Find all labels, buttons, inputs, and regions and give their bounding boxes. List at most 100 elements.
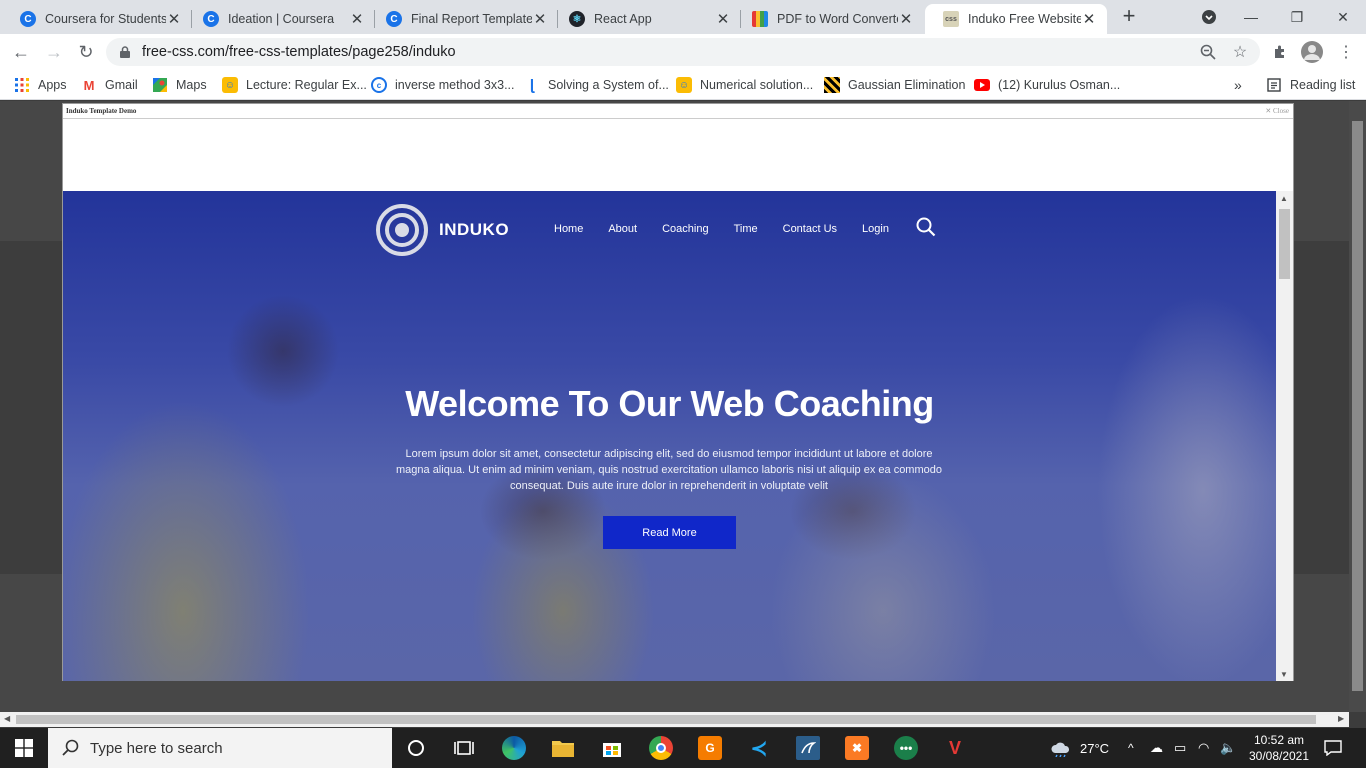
- menu-about[interactable]: About: [608, 223, 637, 235]
- extensions-icon[interactable]: [1268, 40, 1292, 64]
- template-demo-frame: Induko Template Demo ✕ Close INDUKO Home…: [62, 103, 1294, 681]
- new-tab-button[interactable]: +: [1118, 5, 1140, 28]
- bookmarks-overflow-button[interactable]: »: [1234, 75, 1242, 95]
- site-logo[interactable]: INDUKO: [376, 204, 509, 256]
- tab-induko-active[interactable]: css Induko Free Website T ✕: [925, 4, 1107, 34]
- tab-search-icon[interactable]: [1186, 0, 1232, 34]
- restore-icon[interactable]: ❐: [1274, 0, 1320, 34]
- close-tab-icon[interactable]: ✕: [898, 10, 914, 28]
- preview-scrollbar[interactable]: ▲ ▼: [1276, 191, 1293, 681]
- vk-app-icon[interactable]: V: [943, 736, 967, 760]
- task-view-icon[interactable]: [452, 736, 476, 760]
- target-logo-icon: [376, 204, 428, 256]
- search-icon[interactable]: [916, 217, 936, 237]
- microsoft-store-icon[interactable]: [600, 736, 624, 760]
- preview-scroll-thumb[interactable]: [1279, 209, 1290, 279]
- vscode-icon[interactable]: ≺: [747, 736, 771, 760]
- bookmark-gmail[interactable]: M Gmail: [81, 75, 138, 95]
- tab-ideation[interactable]: C Ideation | Coursera ✕: [185, 4, 375, 34]
- reading-list-icon: [1266, 77, 1282, 93]
- bookmark-lecture[interactable]: ☺ Lecture: Regular Ex...: [222, 75, 367, 95]
- taskbar-search-box[interactable]: Type here to search: [48, 728, 392, 768]
- minimize-icon[interactable]: —: [1228, 0, 1274, 34]
- menu-time[interactable]: Time: [734, 223, 758, 235]
- horizontal-scroll-thumb[interactable]: [16, 715, 1316, 724]
- cloud-icon: [1050, 739, 1072, 757]
- react-icon: ⚛: [569, 11, 585, 27]
- show-hidden-icons[interactable]: ^: [1128, 728, 1134, 768]
- tab-coursera-students[interactable]: C Coursera for Students ✕: [2, 4, 192, 34]
- page-viewport: Induko Template Demo ✕ Close INDUKO Home…: [0, 101, 1366, 727]
- solving-icon: ɭ: [529, 76, 535, 94]
- css-icon: css: [943, 11, 959, 27]
- windows-start-icon[interactable]: [12, 736, 36, 760]
- tab-final-report[interactable]: C Final Report Template ✕: [368, 4, 558, 34]
- scroll-right-icon[interactable]: ▶: [1338, 714, 1344, 723]
- file-explorer-icon[interactable]: [551, 736, 575, 760]
- database-app-icon[interactable]: [796, 736, 820, 760]
- tab-pdf-to-word[interactable]: PDF to Word Converte ✕: [734, 4, 924, 34]
- back-icon[interactable]: ←: [9, 40, 33, 64]
- tab-react-app[interactable]: ⚛ React App ✕: [551, 4, 741, 34]
- zoom-icon[interactable]: [1196, 40, 1220, 64]
- bookmark-star-icon[interactable]: ☆: [1228, 40, 1252, 64]
- cortana-icon[interactable]: [404, 736, 428, 760]
- lecture-icon: ☺: [222, 77, 238, 93]
- close-tab-icon[interactable]: ✕: [1081, 10, 1097, 28]
- page-scrollbar[interactable]: [1349, 101, 1366, 712]
- bookmark-apps[interactable]: Apps: [14, 75, 67, 95]
- coursera-icon: C: [386, 11, 402, 27]
- scroll-down-icon[interactable]: ▼: [1280, 670, 1288, 679]
- demo-close-link[interactable]: ✕ Close: [1265, 107, 1289, 115]
- horizontal-scrollbar[interactable]: ◀ ▶: [0, 712, 1349, 727]
- bookmark-gaussian[interactable]: Gaussian Elimination: [824, 75, 965, 95]
- bookmark-maps[interactable]: Maps: [152, 75, 207, 95]
- weather-widget[interactable]: 27°C: [1050, 728, 1109, 768]
- page-scroll-thumb[interactable]: [1352, 121, 1363, 691]
- menu-login[interactable]: Login: [862, 223, 889, 235]
- wifi-icon[interactable]: ◠: [1198, 728, 1209, 768]
- scroll-up-icon[interactable]: ▲: [1280, 194, 1288, 203]
- browser-toolbar: ← → ↻ free-css.com/free-css-templates/pa…: [0, 34, 1366, 70]
- close-window-icon[interactable]: ✕: [1320, 0, 1366, 34]
- address-bar[interactable]: free-css.com/free-css-templates/page258/…: [106, 38, 1260, 66]
- pdf-app-icon[interactable]: G: [698, 736, 722, 760]
- close-tab-icon[interactable]: ✕: [715, 10, 731, 28]
- bookmarks-bar: Apps M Gmail Maps ☺ Lecture: Regular Ex.…: [0, 70, 1366, 100]
- scroll-left-icon[interactable]: ◀: [4, 714, 10, 723]
- bookmark-youtube[interactable]: (12) Kurulus Osman...: [974, 75, 1120, 95]
- template-preview: INDUKO Home About Coaching Time Contact …: [63, 191, 1276, 681]
- battery-icon[interactable]: ▭: [1174, 728, 1186, 768]
- close-tab-icon[interactable]: ✕: [166, 10, 182, 28]
- numerical-icon: ☺: [676, 77, 692, 93]
- windows-taskbar: Type here to search G ≺ ✖ ••• V 27°C ^ ☁…: [0, 728, 1366, 768]
- volume-icon[interactable]: 🔈: [1220, 728, 1236, 768]
- edge-icon[interactable]: [502, 736, 526, 760]
- apps-grid-icon: [14, 77, 30, 93]
- xampp-icon[interactable]: ✖: [845, 736, 869, 760]
- inverse-icon: c: [371, 77, 387, 93]
- profile-avatar[interactable]: [1300, 40, 1324, 64]
- menu-coaching[interactable]: Coaching: [662, 223, 708, 235]
- bookmark-solving[interactable]: ɭ Solving a System of...: [524, 75, 669, 95]
- menu-contact-us[interactable]: Contact Us: [783, 223, 837, 235]
- forward-icon[interactable]: →: [42, 40, 66, 64]
- messaging-app-icon[interactable]: •••: [894, 736, 918, 760]
- demo-title: Induko Template Demo: [66, 107, 137, 115]
- bookmark-inverse[interactable]: c inverse method 3x3...: [371, 75, 515, 95]
- close-tab-icon[interactable]: ✕: [532, 10, 548, 28]
- bookmark-numerical[interactable]: ☺ Numerical solution...: [676, 75, 813, 95]
- lock-icon: [120, 46, 130, 58]
- pdf-converter-icon: [752, 11, 768, 27]
- notifications-icon[interactable]: [1324, 728, 1342, 768]
- menu-home[interactable]: Home: [554, 223, 583, 235]
- onedrive-icon[interactable]: ☁: [1150, 728, 1163, 768]
- clock[interactable]: 10:52 am 30/08/2021: [1246, 728, 1312, 768]
- close-tab-icon[interactable]: ✕: [349, 10, 365, 28]
- reading-list-button[interactable]: Reading list: [1266, 75, 1355, 95]
- read-more-button[interactable]: Read More: [603, 516, 736, 549]
- menu-kebab-icon[interactable]: ⋮: [1334, 40, 1358, 64]
- chrome-icon[interactable]: [649, 736, 673, 760]
- hero-title: Welcome To Our Web Coaching: [405, 383, 934, 424]
- reload-icon[interactable]: ↻: [74, 40, 98, 64]
